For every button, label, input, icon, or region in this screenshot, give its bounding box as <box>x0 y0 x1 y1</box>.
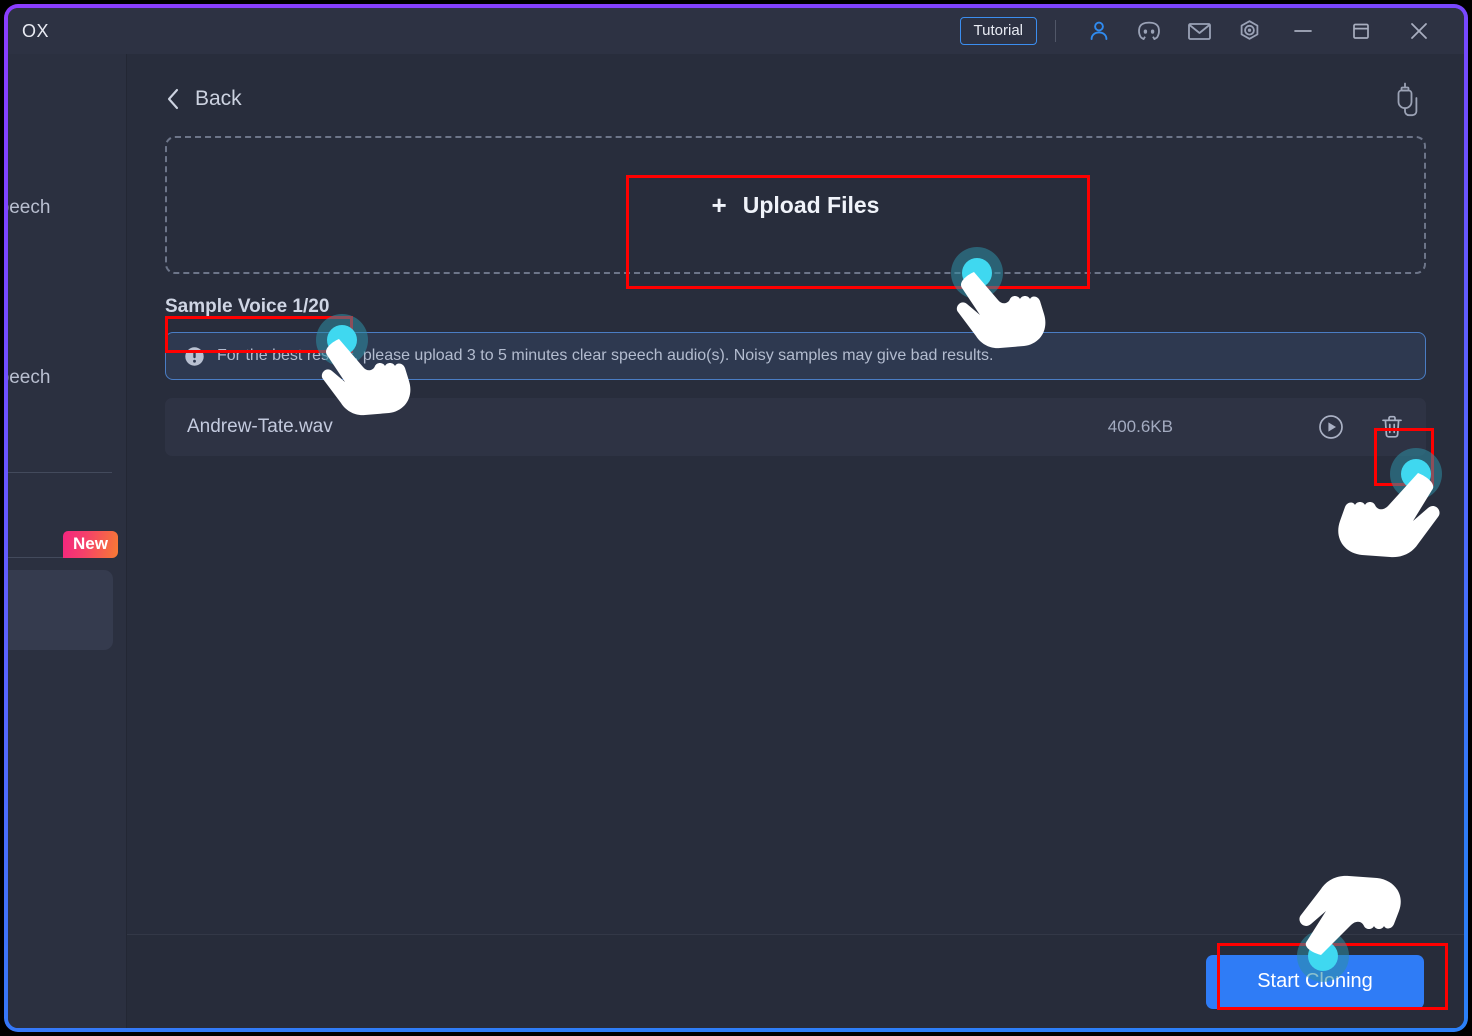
info-banner: For the best results, please upload 3 to… <box>165 332 1426 380</box>
content-area: Speech Speech New <box>8 54 1464 1028</box>
exclamation-circle-icon <box>185 346 204 366</box>
sidebar-item-speech-2[interactable]: Speech <box>8 367 50 389</box>
main-panel: Back + Upload Files Sample Voice 1/20 Fo… <box>127 54 1464 1028</box>
trash-icon[interactable] <box>1380 414 1404 440</box>
voice-record-icon[interactable] <box>1392 80 1426 118</box>
sample-voice-heading-wrap: Sample Voice 1/20 <box>165 274 1426 326</box>
title-bar: OX Tutorial <box>8 8 1464 54</box>
chevron-left-icon <box>167 88 179 110</box>
upload-drop-zone[interactable]: + Upload Files <box>165 136 1426 274</box>
app-brand-label: OX <box>22 20 50 41</box>
sample-voice-heading: Sample Voice 1/20 <box>165 296 330 317</box>
sidebar-promo-card[interactable] <box>8 570 113 650</box>
play-icon[interactable] <box>1318 414 1344 440</box>
upload-files-button[interactable]: + Upload Files <box>712 192 880 219</box>
start-cloning-button[interactable]: Start Cloning <box>1206 954 1424 1009</box>
close-button[interactable] <box>1404 16 1434 46</box>
page-header: Back <box>165 54 1426 128</box>
sidebar: Speech Speech New <box>8 54 127 1028</box>
mail-icon[interactable] <box>1184 16 1214 46</box>
new-badge: New <box>63 531 118 558</box>
upload-files-label: Upload Files <box>742 191 880 218</box>
file-name: Andrew-Tate.wav <box>187 416 333 437</box>
title-bar-actions: Tutorial <box>959 8 1464 54</box>
maximize-button[interactable] <box>1346 16 1376 46</box>
sidebar-item-speech-1[interactable]: Speech <box>8 197 50 219</box>
title-bar-divider <box>1055 20 1056 42</box>
tutorial-button[interactable]: Tutorial <box>959 17 1037 45</box>
plus-icon: + <box>711 190 727 220</box>
back-button[interactable]: Back <box>165 87 242 111</box>
bottom-action-bar: Start Cloning <box>127 934 1464 1028</box>
info-banner-text: For the best results, please upload 3 to… <box>217 347 994 364</box>
window-inner: OX Tutorial eech eech New Back + Upload … <box>8 8 1464 1028</box>
sidebar-divider-1 <box>8 472 112 473</box>
file-size: 400.6KB <box>1107 417 1173 436</box>
app-window: OX Tutorial eech eech New Back + Upload … <box>4 4 1468 1032</box>
discord-icon[interactable] <box>1134 16 1164 46</box>
settings-icon[interactable] <box>1234 16 1264 46</box>
file-row: Andrew-Tate.wav 400.6KB <box>165 398 1426 456</box>
main-scroll-area: Back + Upload Files Sample Voice 1/20 Fo… <box>127 54 1464 934</box>
account-icon[interactable] <box>1084 16 1114 46</box>
minimize-button[interactable] <box>1288 16 1318 46</box>
back-label: Back <box>195 87 242 110</box>
